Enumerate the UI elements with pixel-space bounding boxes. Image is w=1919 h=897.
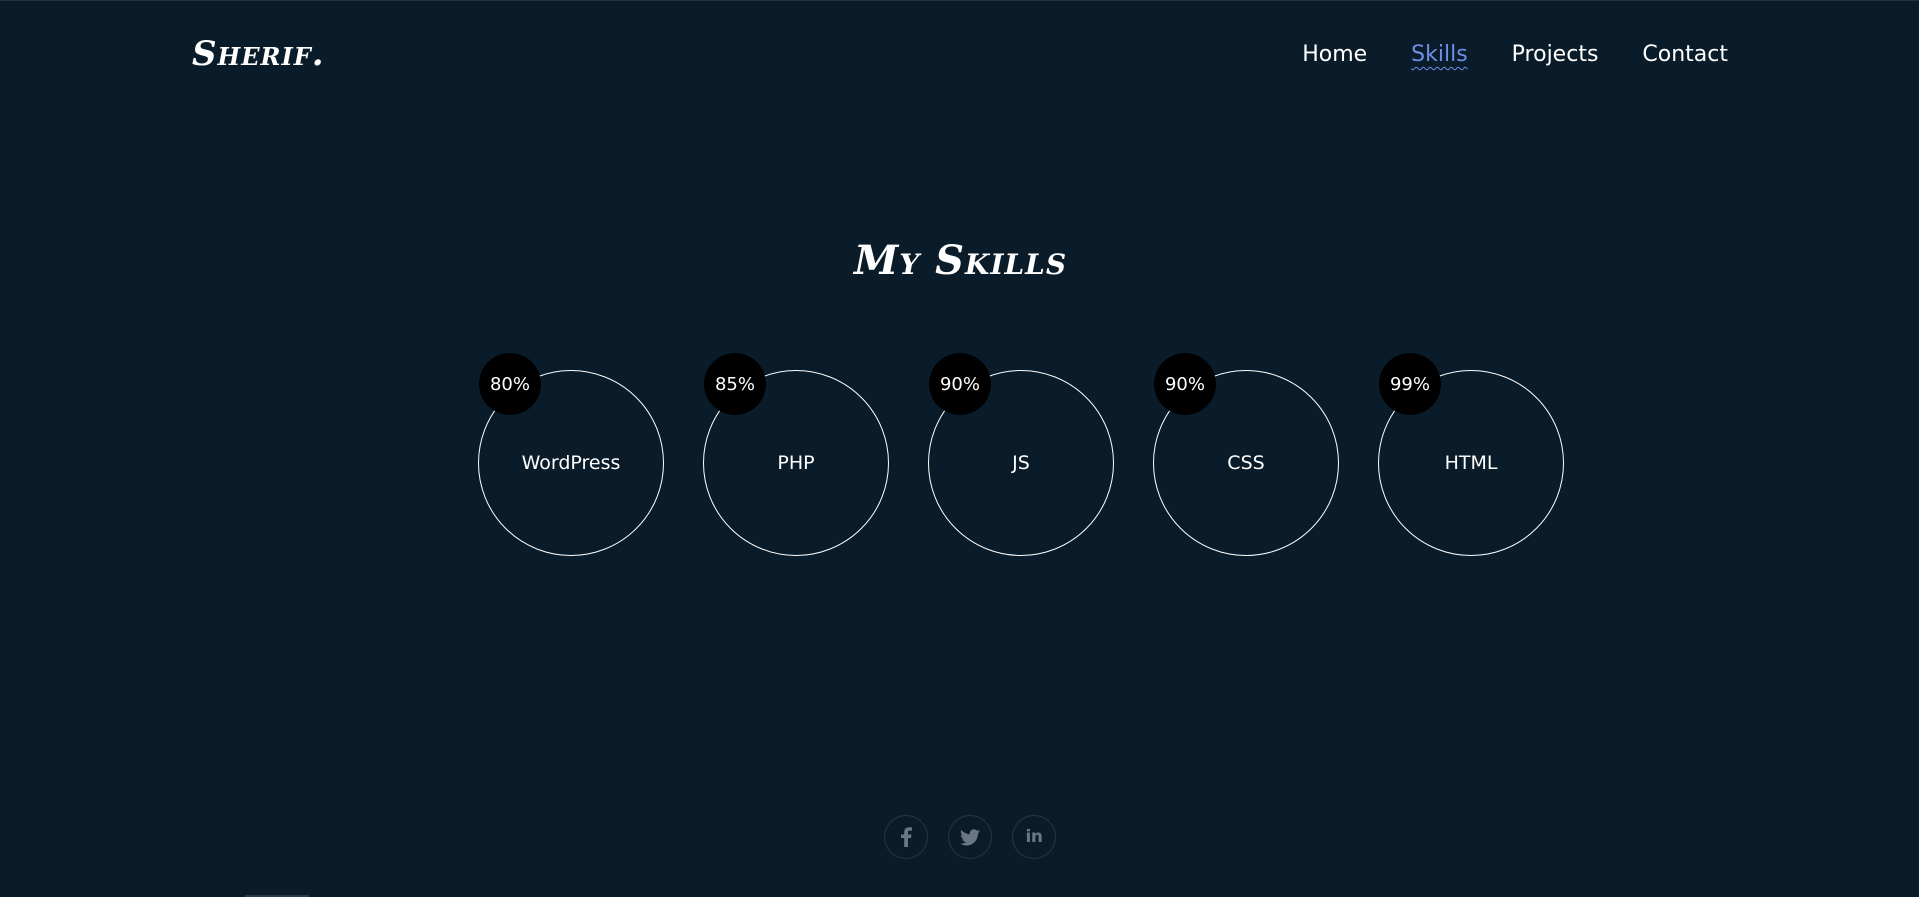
nav-skills[interactable]: Skills: [1411, 41, 1468, 69]
skill-percent-badge: 99%: [1379, 353, 1441, 415]
skill-percent-badge: 85%: [704, 353, 766, 415]
skill-item-html: HTML 99%: [1378, 353, 1564, 556]
section-title: My Skills: [853, 237, 1068, 284]
nav-home[interactable]: Home: [1302, 41, 1367, 69]
nav-contact[interactable]: Contact: [1642, 41, 1728, 69]
linkedin-icon: in: [1025, 827, 1043, 847]
skill-percent-badge: 90%: [1154, 353, 1216, 415]
skill-name: WordPress: [521, 452, 621, 474]
skill-percent-badge: 80%: [479, 353, 541, 415]
main-nav: Home Skills Projects Contact: [1258, 41, 1728, 69]
twitter-button[interactable]: [948, 815, 992, 859]
skills-list: WordPress 80% PHP 85% JS 90% CSS 90% HTM…: [478, 352, 1568, 562]
nav-projects[interactable]: Projects: [1512, 41, 1599, 69]
skill-name: HTML: [1444, 452, 1498, 474]
social-links: in: [884, 815, 1076, 859]
page-top-border: [0, 0, 1919, 1]
skill-item-wordpress: WordPress 80%: [478, 353, 664, 556]
site-logo[interactable]: Sherif.: [192, 34, 325, 74]
skill-name: JS: [1012, 452, 1030, 474]
skill-item-js: JS 90%: [928, 353, 1114, 556]
skill-item-php: PHP 85%: [703, 353, 889, 556]
skill-item-css: CSS 90%: [1153, 353, 1339, 556]
skill-name: PHP: [777, 452, 815, 474]
facebook-icon: [900, 827, 912, 847]
skill-name: CSS: [1227, 452, 1265, 474]
twitter-icon: [960, 828, 980, 846]
skill-percent-badge: 90%: [929, 353, 991, 415]
linkedin-button[interactable]: in: [1012, 815, 1056, 859]
facebook-button[interactable]: [884, 815, 928, 859]
